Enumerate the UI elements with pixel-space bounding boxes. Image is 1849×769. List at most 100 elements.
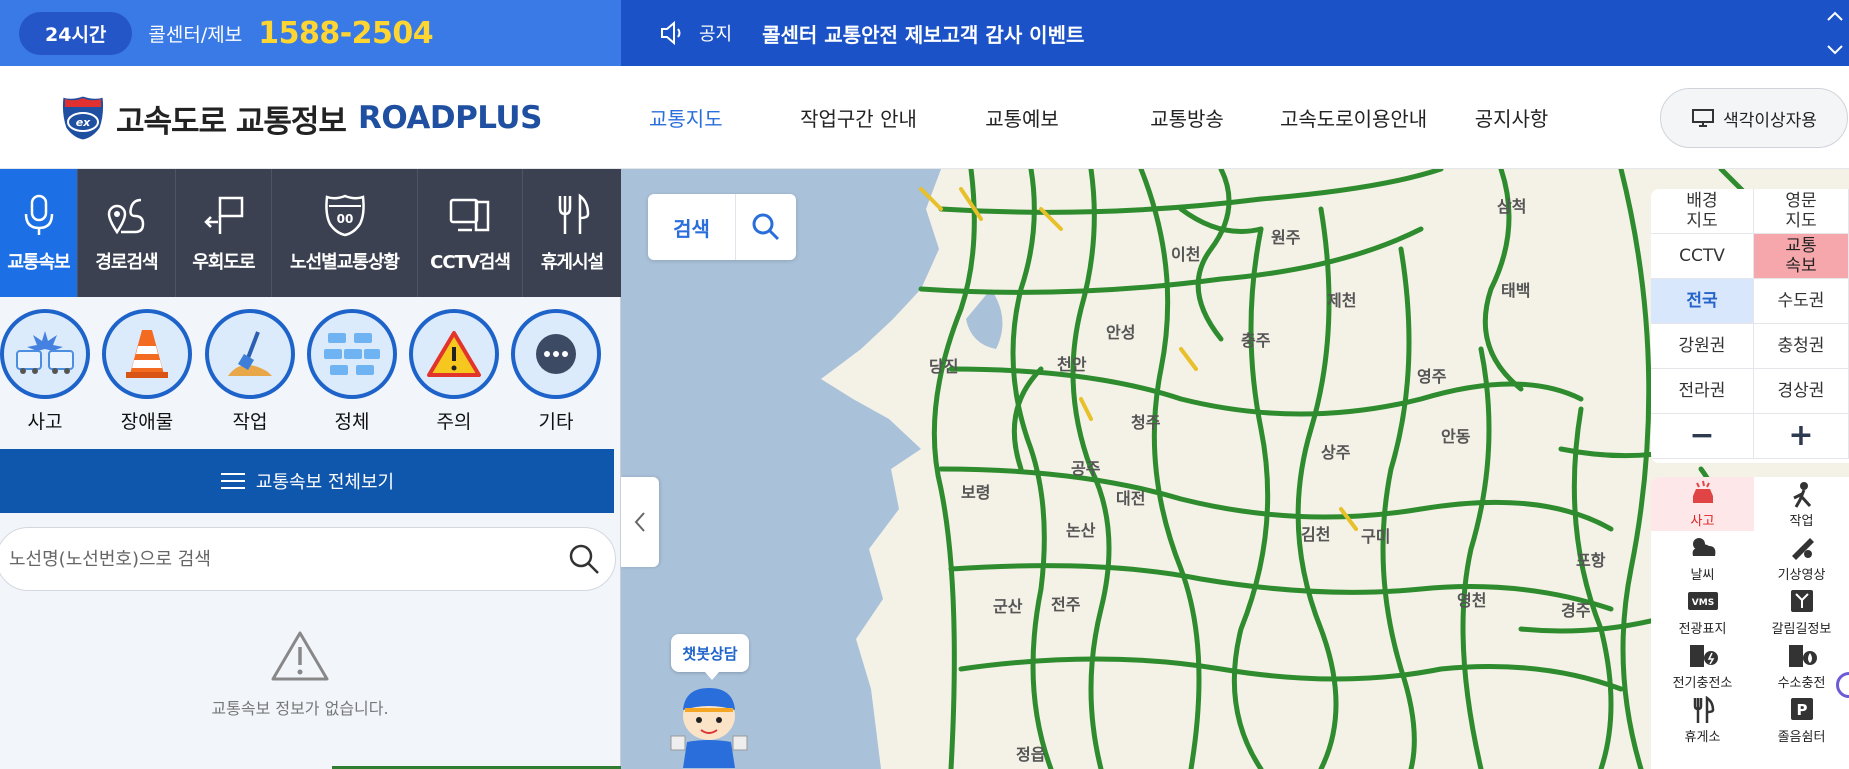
map-place-label: 구미 — [1361, 527, 1391, 546]
map-search-button[interactable] — [736, 194, 796, 260]
site-logo[interactable]: ex 고속도로 교통정보 ROADPLUS — [60, 94, 542, 142]
nav-work-zone[interactable]: 작업구간 안내 — [776, 103, 941, 132]
collapse-panel-button[interactable] — [621, 477, 659, 567]
map-search-box[interactable]: 검색 — [648, 194, 796, 260]
map-search-label[interactable]: 검색 — [648, 194, 736, 260]
map-place-label: 충주 — [1241, 331, 1271, 350]
region-chungcheong[interactable]: 충청권 — [1754, 324, 1849, 369]
layer-sleep-shelter[interactable]: P 졸음쉼터 — [1754, 693, 1849, 747]
notice-bar: 공지 콜센터 교통안전 제보고객 감사 이벤트 — [621, 0, 1849, 66]
layer-work[interactable]: 작업 — [1754, 477, 1849, 531]
map-place-label: 제천 — [1327, 291, 1357, 310]
empty-message: 교통속보 정보가 없습니다. — [211, 699, 389, 718]
layer-weather[interactable]: 날씨 — [1651, 531, 1754, 585]
left-tab-bar: 교통속보 경로검색 우회도로 00 노선별교통상황 CCTV검색 휴게시설 — [0, 169, 621, 297]
chevron-down-icon[interactable] — [1825, 44, 1845, 56]
layer-weather-video[interactable]: 기상영상 — [1754, 531, 1849, 585]
notice-label: 공지 — [699, 24, 733, 45]
category-accident[interactable]: 사고 — [0, 309, 91, 434]
layer-rest-area[interactable]: 휴게소 — [1651, 693, 1754, 747]
weather-video-icon — [1791, 537, 1814, 560]
region-gangwon[interactable]: 강원권 — [1651, 324, 1754, 369]
region-gyeongsang[interactable]: 경상권 — [1754, 369, 1849, 414]
layer-vms[interactable]: VMS 전광표지 — [1651, 585, 1754, 639]
nav-broadcast[interactable]: 교통방송 — [1103, 103, 1271, 132]
nav-highway-guide[interactable]: 고속도로이용안내 — [1271, 103, 1429, 132]
fork-knife-icon — [558, 193, 590, 234]
ex-shield-logo-icon: ex — [61, 95, 105, 141]
chevron-up-icon[interactable] — [1825, 10, 1845, 22]
route-icon — [107, 198, 144, 235]
ev-charger-icon — [1689, 644, 1718, 667]
category-obstacle[interactable]: 장애물 — [101, 309, 193, 434]
map-place-label: 보령 — [961, 483, 991, 502]
chatbot-mascot-icon[interactable] — [669, 682, 749, 769]
warning-icon — [427, 331, 481, 377]
map-place-label: 당진 — [929, 357, 959, 376]
notice-text[interactable]: 콜센터 교통안전 제보고객 감사 이벤트 — [762, 19, 1084, 48]
nav-notice[interactable]: 공지사항 — [1429, 103, 1594, 132]
base-map-toggle[interactable]: 배경 지도 — [1651, 189, 1754, 234]
region-capital[interactable]: 수도권 — [1754, 279, 1849, 324]
tab-route-search[interactable]: 경로검색 — [78, 169, 176, 297]
traffic-news-toggle[interactable]: 교통 속보 — [1754, 234, 1849, 279]
callcenter-phone[interactable]: 1588-2504 — [258, 16, 433, 51]
tab-rest-facility[interactable]: 휴게시설 — [523, 169, 621, 297]
tab-detour[interactable]: 우회도로 — [176, 169, 272, 297]
route-search-input[interactable] — [9, 548, 567, 570]
tab-cctv-search[interactable]: CCTV검색 — [418, 169, 523, 297]
zoom-out-button[interactable]: − — [1651, 414, 1754, 459]
category-congestion[interactable]: 정체 — [306, 309, 398, 434]
category-etc[interactable]: 기타 — [510, 309, 602, 434]
svg-text:P: P — [1796, 701, 1807, 719]
category-caution[interactable]: 주의 — [408, 309, 500, 434]
top-bar: 24시간 콜센터/제보 1588-2504 공지 콜센터 교통안전 제보고객 감… — [0, 0, 1849, 66]
cctv-toggle[interactable]: CCTV — [1651, 234, 1754, 279]
map-place-label: 공주 — [1071, 459, 1101, 478]
region-jeolla[interactable]: 전라권 — [1651, 369, 1754, 414]
speaker-icon — [661, 20, 681, 46]
nav-forecast[interactable]: 교통예보 — [941, 103, 1103, 132]
junction-icon — [1790, 589, 1813, 612]
map-place-label: 영주 — [1417, 367, 1447, 386]
chevron-left-icon — [634, 512, 645, 532]
more-icon — [536, 334, 576, 374]
map-place-label: 안성 — [1106, 323, 1136, 342]
map-layer-controls: 배경 지도 영문 지도 CCTV 교통 속보 전국 수도권 강원권 충청권 전라… — [1651, 189, 1849, 463]
map-place-label: 전주 — [1051, 595, 1081, 614]
tab-route-traffic[interactable]: 00 노선별교통상황 — [272, 169, 418, 297]
cctv-icon — [449, 198, 490, 232]
notice-scroll — [1825, 10, 1845, 56]
map-place-label: 경주 — [1561, 601, 1591, 620]
menu-icon — [220, 473, 245, 489]
zoom-in-button[interactable]: + — [1754, 414, 1849, 459]
logo-brand: ROADPLUS — [357, 100, 542, 136]
layer-ev-charger[interactable]: 전기충전소 — [1651, 639, 1754, 693]
warning-outline-icon — [271, 631, 329, 681]
layer-accident[interactable]: 사고 — [1651, 477, 1754, 531]
map-place-label: 청주 — [1131, 413, 1161, 432]
layer-hydrogen-charger[interactable]: 수소충전 — [1754, 639, 1849, 693]
main-nav: 교통지도 작업구간 안내 교통예보 교통방송 고속도로이용안내 공지사항 — [640, 66, 1594, 169]
color-blind-mode-button[interactable]: 색각이상자용 — [1660, 88, 1848, 148]
callcenter-label: 콜센터/제보 — [148, 23, 243, 46]
worker-icon — [1792, 481, 1811, 508]
layer-junction[interactable]: 갈림길정보 — [1754, 585, 1849, 639]
vms-icon: VMS — [1687, 591, 1718, 610]
svg-text:00: 00 — [336, 212, 353, 226]
chatbot-button[interactable]: 챗봇상담 — [671, 634, 749, 680]
map-place-label: 정읍 — [1016, 745, 1046, 764]
nav-traffic-map[interactable]: 교통지도 — [640, 103, 776, 132]
region-nationwide[interactable]: 전국 — [1651, 279, 1754, 324]
monitor-icon — [1692, 109, 1715, 127]
rest-area-icon — [1693, 695, 1714, 723]
callcenter-bar: 24시간 콜센터/제보 1588-2504 — [0, 0, 621, 66]
category-work[interactable]: 작업 — [204, 309, 296, 434]
24h-badge: 24시간 — [19, 11, 133, 55]
detour-sign-icon — [203, 196, 243, 234]
tab-traffic-news[interactable]: 교통속보 — [0, 169, 78, 297]
view-all-traffic-news-button[interactable]: 교통속보 전체보기 — [0, 449, 614, 513]
english-map-toggle[interactable]: 영문 지도 — [1754, 189, 1849, 234]
search-icon[interactable] — [567, 542, 601, 576]
map-place-label: 원주 — [1271, 228, 1301, 247]
